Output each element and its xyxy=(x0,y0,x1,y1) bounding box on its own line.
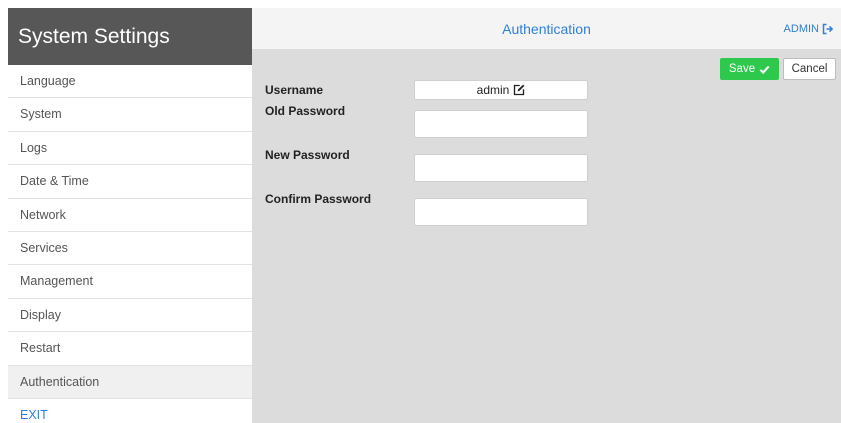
main-panel: Authentication ADMIN Save Cancel Usernam… xyxy=(252,8,841,423)
sidebar-item-display[interactable]: Display xyxy=(8,299,252,333)
sidebar-item-language[interactable]: Language xyxy=(8,65,252,99)
save-label: Save xyxy=(728,63,756,75)
sidebar: System Settings Language System Logs Dat… xyxy=(8,8,252,423)
old-password-label: Old Password xyxy=(265,104,346,118)
new-password-input[interactable] xyxy=(414,154,588,182)
new-password-label: New Password xyxy=(265,148,350,162)
check-icon xyxy=(759,65,770,74)
save-button[interactable]: Save xyxy=(720,58,779,80)
username-label: Username xyxy=(265,83,324,97)
sidebar-item-network[interactable]: Network xyxy=(8,199,252,232)
sidebar-item-exit[interactable]: EXIT xyxy=(8,399,252,423)
sidebar-title: System Settings xyxy=(8,8,252,65)
sidebar-item-management[interactable]: Management xyxy=(8,265,252,299)
cancel-button[interactable]: Cancel xyxy=(783,58,836,80)
sidebar-item-restart[interactable]: Restart xyxy=(8,332,252,366)
logout-icon xyxy=(822,23,834,35)
admin-logout-link[interactable]: ADMIN xyxy=(784,23,834,35)
sidebar-item-logs[interactable]: Logs xyxy=(8,132,252,166)
admin-label: ADMIN xyxy=(783,23,819,35)
sidebar-item-authentication[interactable]: Authentication xyxy=(8,365,252,399)
username-field[interactable]: admin xyxy=(414,80,588,100)
sidebar-item-date-time[interactable]: Date & Time xyxy=(8,165,252,199)
username-value: admin xyxy=(476,83,510,97)
top-bar: Authentication ADMIN xyxy=(252,8,841,49)
confirm-password-input[interactable] xyxy=(414,198,588,226)
sidebar-item-system[interactable]: System xyxy=(8,98,252,132)
page-title: Authentication xyxy=(502,21,591,37)
old-password-input[interactable] xyxy=(414,110,588,138)
edit-icon xyxy=(514,84,525,96)
confirm-password-label: Confirm Password xyxy=(265,192,372,206)
sidebar-item-services[interactable]: Services xyxy=(8,232,252,266)
